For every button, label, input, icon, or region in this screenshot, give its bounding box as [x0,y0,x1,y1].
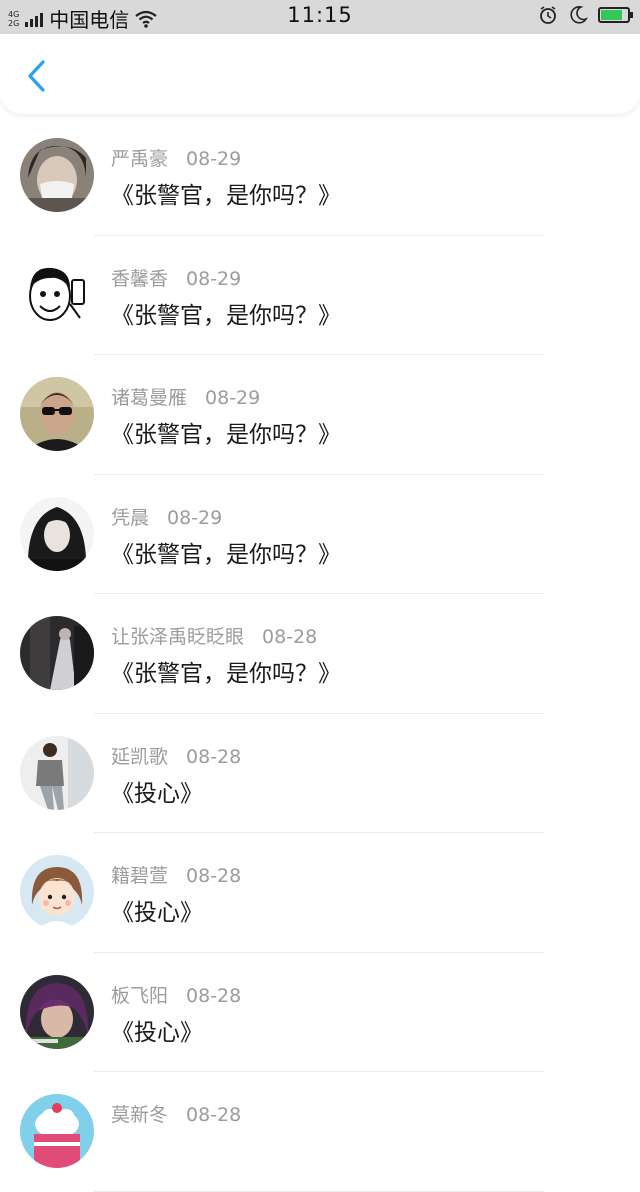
avatar-image [20,616,94,690]
comment-date: 08-28 [186,1104,242,1126]
avatar[interactable] [20,138,94,212]
chevron-left-icon [28,60,45,92]
comment-list: 严禹豪 08-29 《张警官，是你吗？》 香馨香 08-29 《张警官，是你吗？》 … [0,116,640,1192]
comment-item[interactable]: 凭晨 08-29 《张警官，是你吗？》 [0,475,640,594]
status-bar: 4G 2G 中国电信 11:15 [0,0,640,34]
comment-text: 《张警官，是你吗？》 [111,422,341,448]
comment-meta: 莫新冬 08-28 [111,1100,241,1127]
avatar-image [20,257,94,332]
avatar-image [20,855,94,929]
username[interactable]: 让张泽禹眨眨眼 [111,626,244,648]
comment-meta: 让张泽禹眨眨眼 08-28 [111,622,317,649]
comment-meta: 板飞阳 08-28 [111,981,241,1008]
nav-header [0,34,640,114]
comment-meta: 诸葛曼雁 08-29 [111,383,260,410]
comment-text: 《张警官，是你吗？》 [111,541,341,568]
username[interactable]: 严禹豪 [111,148,168,170]
comment-date: 08-28 [186,745,242,768]
comment-date: 08-29 [205,387,261,409]
comment-date: 08-28 [262,626,318,648]
avatar-image [20,377,94,451]
avatar-image [20,496,94,571]
comment-meta: 严禹豪 08-29 [111,144,241,171]
avatar[interactable] [20,257,94,332]
comment-item[interactable]: 诸葛曼雁 08-29 《张警官，是你吗？》 [0,355,640,475]
comment-text: 《投心》 [111,900,203,926]
battery-fill [601,10,622,20]
username[interactable]: 莫新冬 [111,1104,168,1126]
comment-text: 《张警官，是你吗？》 [111,661,341,687]
comment-meta: 籍碧萱 08-28 [111,861,241,888]
comment-date: 08-29 [186,267,242,290]
comment-date: 08-28 [186,865,242,887]
comment-meta: 香馨香 08-29 [111,264,241,291]
comment-item[interactable]: 籍碧萱 08-28 《投心》 [0,833,640,953]
avatar[interactable] [20,616,94,690]
divider [94,1190,544,1192]
comment-date: 08-29 [167,506,223,529]
username[interactable]: 延凯歌 [111,746,168,768]
avatar[interactable] [20,377,94,451]
username[interactable]: 籍碧萱 [111,865,168,887]
comment-text: 《张警官，是你吗？》 [111,183,341,209]
comment-item[interactable]: 莫新冬 08-28 [0,1072,640,1192]
comment-item[interactable]: 香馨香 08-29 《张警官，是你吗？》 [0,236,640,355]
avatar-image [20,974,94,1049]
comment-item[interactable]: 板飞阳 08-28 《投心》 [0,953,640,1072]
battery-icon [598,7,633,23]
avatar[interactable] [20,1094,94,1168]
avatar[interactable] [20,974,94,1049]
avatar[interactable] [20,855,94,929]
avatar[interactable] [20,496,94,571]
status-right [538,5,633,25]
username[interactable]: 香馨香 [111,268,168,290]
avatar-image [20,1094,94,1168]
comment-text: 《张警官，是你吗？》 [111,302,341,329]
back-button[interactable] [18,56,54,96]
username[interactable]: 诸葛曼雁 [111,387,187,409]
comment-text: 《投心》 [111,780,203,807]
avatar-image [20,138,94,212]
comment-item[interactable]: 让张泽禹眨眨眼 08-28 《张警官，是你吗？》 [0,594,640,714]
comment-text: 《投心》 [111,1019,203,1046]
moon-icon [570,6,588,24]
avatar-image [20,735,94,810]
username[interactable]: 凭晨 [111,507,149,529]
comment-item[interactable]: 延凯歌 08-28 《投心》 [0,714,640,833]
comment-item[interactable]: 严禹豪 08-29 《张警官，是你吗？》 [0,116,640,236]
comment-date: 08-28 [186,984,242,1007]
comment-meta: 凭晨 08-29 [111,503,222,530]
comment-date: 08-29 [186,148,242,170]
avatar[interactable] [20,735,94,810]
comment-meta: 延凯歌 08-28 [111,742,241,769]
username[interactable]: 板飞阳 [111,985,168,1007]
alarm-icon [540,6,556,24]
